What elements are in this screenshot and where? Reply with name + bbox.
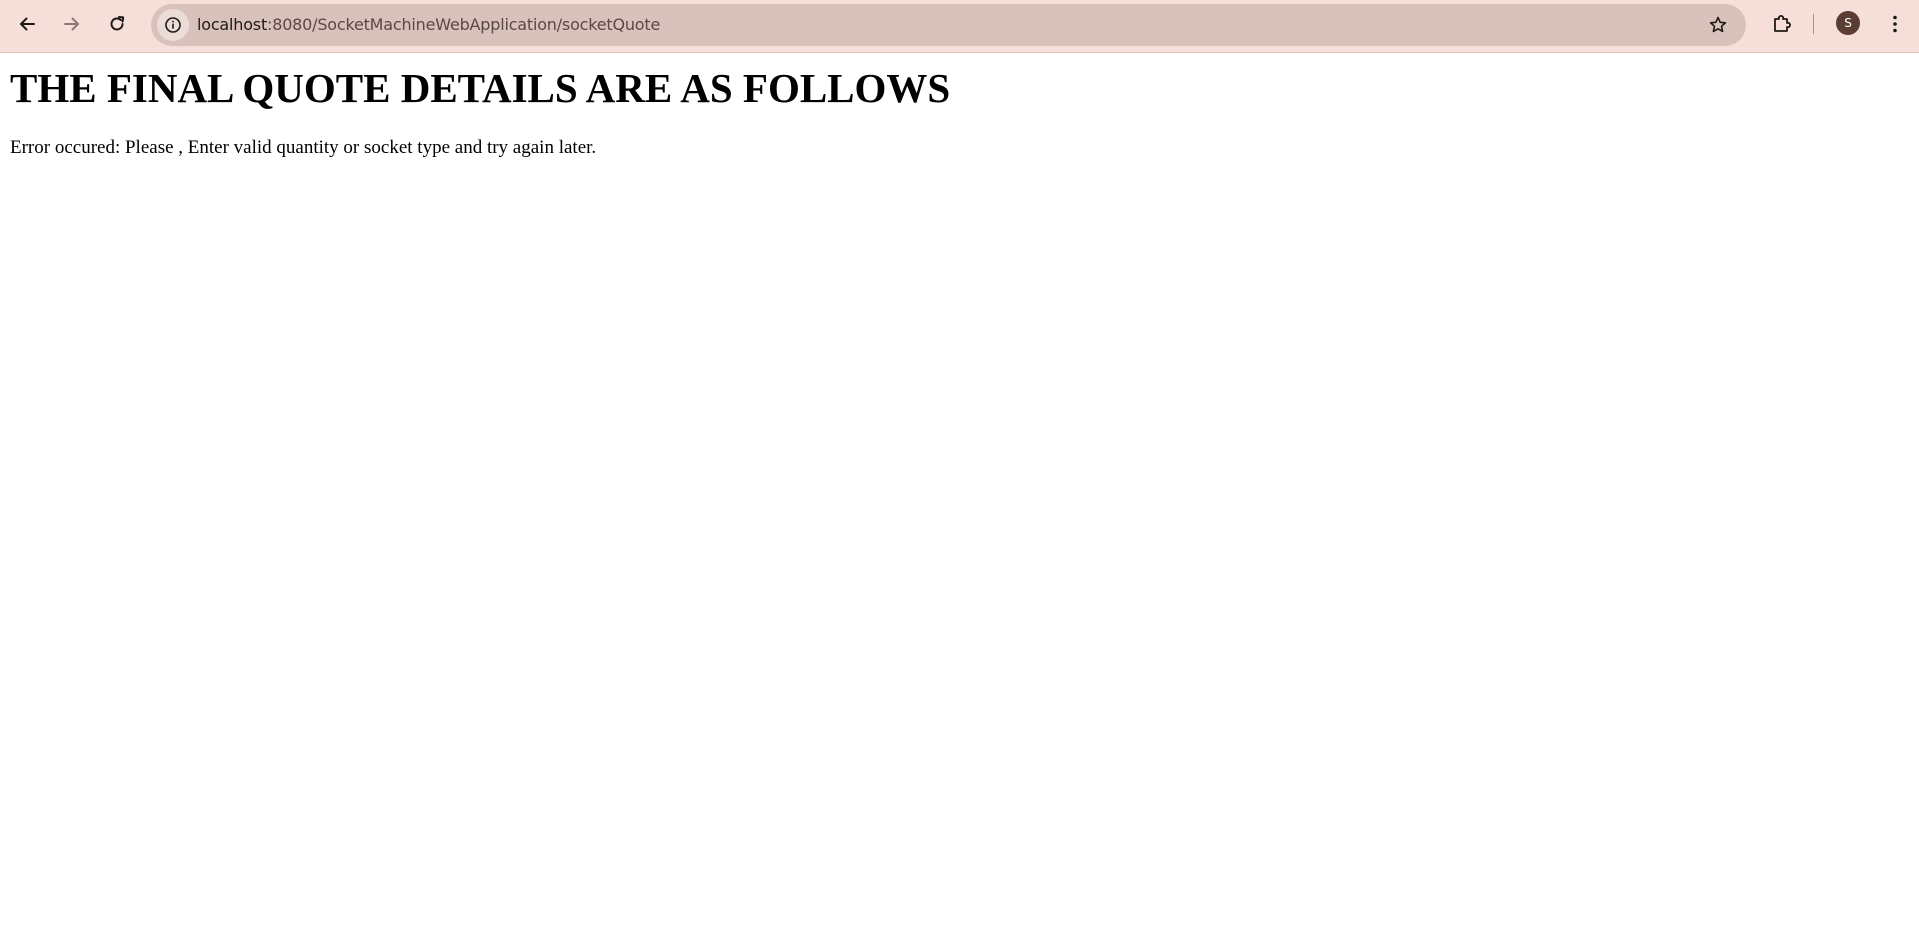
extensions-button[interactable] (1764, 6, 1800, 42)
info-icon (165, 17, 181, 33)
browser-toolbar: localhost:8080/SocketMachineWebApplicati… (0, 0, 1919, 53)
reload-button[interactable] (99, 6, 135, 42)
browser-window: localhost:8080/SocketMachineWebApplicati… (0, 0, 1919, 925)
reload-icon (110, 16, 125, 31)
bookmark-button[interactable] (1702, 9, 1734, 41)
browser-menu-button[interactable] (1880, 6, 1910, 42)
site-info-button[interactable] (157, 9, 189, 41)
error-message: Error occured: Please , Enter valid quan… (10, 137, 597, 158)
forward-arrow-icon (64, 17, 79, 31)
url-text[interactable]: localhost:8080/SocketMachineWebApplicati… (197, 4, 660, 46)
page-title: THE FINAL QUOTE DETAILS ARE AS FOLLOWS (10, 65, 951, 111)
kebab-menu-icon (1893, 15, 1897, 33)
back-button[interactable] (9, 6, 45, 42)
page-content: THE FINAL QUOTE DETAILS ARE AS FOLLOWS E… (0, 53, 1919, 925)
address-bar[interactable]: localhost:8080/SocketMachineWebApplicati… (151, 4, 1746, 46)
star-icon (1709, 16, 1727, 33)
forward-button[interactable] (54, 6, 90, 42)
profile-avatar[interactable]: S (1836, 11, 1860, 35)
puzzle-piece-icon (1774, 15, 1791, 32)
url-host: localhost (197, 15, 268, 34)
toolbar-divider (1813, 14, 1814, 34)
back-arrow-icon (20, 17, 35, 31)
url-path: :8080/SocketMachineWebApplication/socket… (267, 15, 661, 34)
